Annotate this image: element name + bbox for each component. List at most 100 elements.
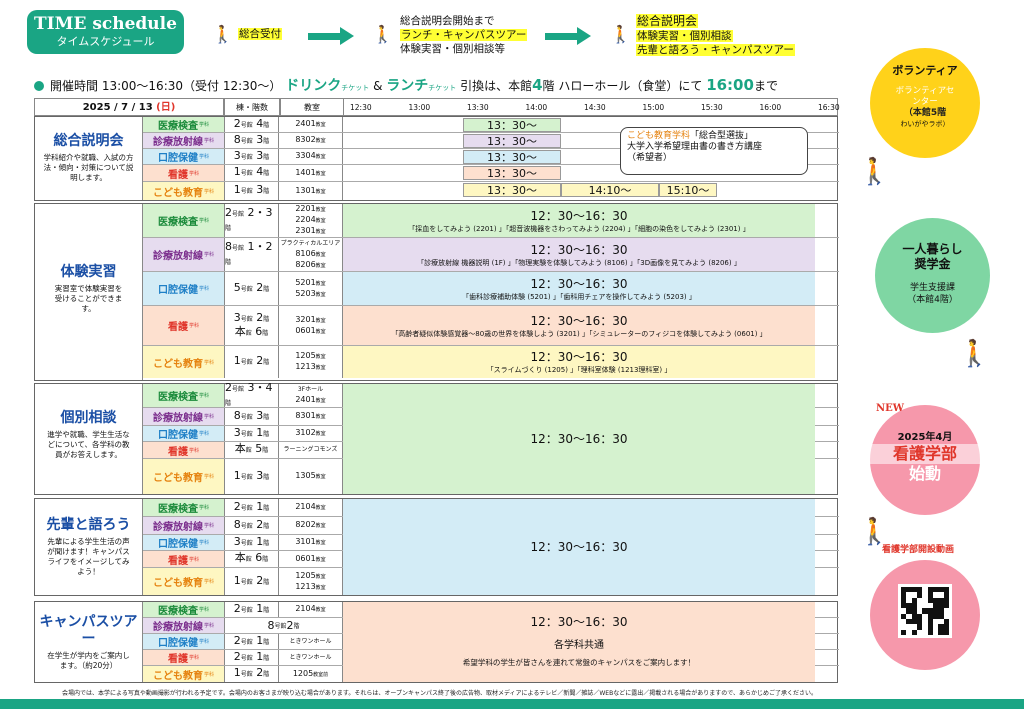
building-floor: 3号館 1階 xyxy=(225,426,279,441)
dept-nur: 看護 学科 xyxy=(143,306,225,345)
room: 3101教室 xyxy=(279,535,343,550)
category-hands-on: 体験実習 実習室で体験実習を受けることができます。 xyxy=(35,204,143,380)
building-floor: 3号館 2階 本館 6階 xyxy=(225,306,279,345)
dept-rad: 診療放射線 学科 xyxy=(143,517,225,534)
slot: 13：30〜 xyxy=(463,134,561,148)
category-talk-with-seniors: 先輩と語ろう 先輩による学生生活の声が聞けます！キャンパスライフをイメージしてみ… xyxy=(35,499,143,595)
building-floor: 8号館 3階 xyxy=(225,133,279,148)
time-tick: 15:30 xyxy=(701,103,723,112)
room: ときワンホール xyxy=(279,634,343,649)
dept-rad: 診療放射線 学科 xyxy=(143,133,225,148)
room: 2201教室 2204教室 2301教室 xyxy=(279,204,343,237)
building-floor: 5号館 2階 xyxy=(225,272,279,305)
building-floor: 1号館 2階 xyxy=(225,568,279,595)
time-header: 12:30 13:00 13:30 14:00 14:30 15:00 15:30 16:00… xyxy=(344,98,840,116)
room: 8202教室 xyxy=(279,517,343,534)
room: 3Fホール 2401教室 xyxy=(279,384,343,407)
title-jp: タイムスケジュール xyxy=(56,35,155,48)
footer-note: 会場内では、本学による写真や動画撮影が行われる予定です。会場内のお客さまが映り込… xyxy=(62,690,817,697)
volunteer-bubble: ボランティア ボランティアセンター （本館5階 わいがやラボ） xyxy=(870,48,980,158)
bullet-icon xyxy=(34,81,44,91)
person-icon: 🚶 xyxy=(858,157,891,187)
block-consultation: 個別相談 進学や就職、学生生活などについて、各学科の教員がお答えします。 医療検… xyxy=(34,381,839,495)
time-tick: 12:30 xyxy=(350,103,372,112)
slot: 13：30〜 xyxy=(463,183,561,197)
building-floor: 1号館 3階 xyxy=(225,459,279,494)
building-floor: 1号館 2階 xyxy=(225,346,279,378)
room: ときワンホール xyxy=(279,650,343,665)
title-badge: TIME schedule タイムスケジュール xyxy=(27,10,184,54)
activity-cell: 12：30〜16：30 「採血をしてみよう (2201) 」「超音波機器をさわって… xyxy=(343,204,815,237)
dept-nur: 看護 学科 xyxy=(143,165,225,181)
qr-code-icon[interactable] xyxy=(898,584,952,638)
block-talk-with-seniors: 先輩と語ろう 先輩による学生生活の声が聞けます！キャンパスライフをイメージしてみ… xyxy=(34,498,839,596)
time-tick: 13:00 xyxy=(408,103,431,112)
building-floor: 1号館 3階 xyxy=(225,182,279,200)
living-alone-bubble: 一人暮らし 奨学金 学生支援課 （本館4階） xyxy=(875,218,990,333)
building-floor: 2号館 3・4階 xyxy=(225,381,279,407)
opening-hours: 開催時間 13:00〜16:30（受付 12:30〜） ドリンクチケット & ラ… xyxy=(34,75,778,95)
room: 1205教室前 xyxy=(279,666,343,682)
room-header: 教室 xyxy=(280,98,344,116)
dept-kid: こども教育 学科 xyxy=(143,182,225,200)
dept-med: 医療検査 学科 xyxy=(143,499,225,516)
building-floor: 1号館 2階 xyxy=(225,666,279,682)
room: 3304教室 xyxy=(279,149,343,164)
schedule-grid: 2025 / 7 / 13 (日) 棟・階数 教室 12:30 13:00 13:3… xyxy=(34,98,840,683)
dept-med: 医療検査 学科 xyxy=(143,602,225,617)
building-header: 棟・階数 xyxy=(224,98,280,116)
campus-tour-time: 12：30〜16：30 各学科共通 希望学科の学生が皆さんを連れて常盤のキャンパ… xyxy=(343,602,815,682)
time-tick: 15:00 xyxy=(642,103,665,112)
qr-bubble xyxy=(870,560,980,670)
building-floor: 2号館 2・3階 xyxy=(225,204,279,237)
dept-nur: 看護 学科 xyxy=(143,442,225,458)
room: 1205教室 1213教室 xyxy=(279,346,343,378)
dept-med: 医療検査 学科 xyxy=(143,384,225,407)
dept-kid: こども教育 学科 xyxy=(143,346,225,378)
slot: 15:10〜 xyxy=(659,183,717,197)
dept-ora: 口腔保健 学科 xyxy=(143,634,225,649)
dept-row: 医療検査 学科 2号館 2・3階 2201教室 2204教室 2301教室 12：30〜16… xyxy=(143,204,839,238)
dept-nur: 看護 学科 xyxy=(143,650,225,665)
room: 8302教室 xyxy=(279,133,343,148)
arrow-right-icon xyxy=(308,27,356,45)
slot: 13：30〜 xyxy=(463,118,561,132)
kids-education-callout: こども教育学科「総合型選抜」 大学入学希望理由書の書き方講座 （希望者） xyxy=(620,127,808,175)
building-floor: 8号館 1・2階 xyxy=(225,238,279,271)
consultation-time: 12：30〜16：30 xyxy=(343,384,815,494)
activity-cell: 12：30〜16：30 「高齢者疑似体験感覚器〜80歳の世界を体験しよう (320… xyxy=(343,306,815,345)
category-consultation: 個別相談 進学や就職、学生生活などについて、各学科の教員がお答えします。 xyxy=(35,384,143,494)
dept-ora: 口腔保健 学科 xyxy=(143,535,225,550)
dept-kid: こども教育 学科 xyxy=(143,568,225,595)
slot: 13：30〜 xyxy=(463,150,561,164)
building-floor: 2号館 1階 xyxy=(225,650,279,665)
room: 3102教室 xyxy=(279,426,343,441)
dept-kid: こども教育 学科 xyxy=(143,666,225,682)
time-tick: 14:00 xyxy=(525,103,548,112)
category-campus-tour: キャンパスツアー 在学生が学内をご案内します。（約20分） xyxy=(35,602,143,682)
activity-cell: 12：30〜16：30 「スライムづくり (1205) 」「理科室体験 (1213… xyxy=(343,346,815,378)
dept-med: 医療検査 学科 xyxy=(143,204,225,237)
building-floor: 8号館 3階 xyxy=(225,408,279,425)
block-campus-tour: キャンパスツアー 在学生が学内をご案内します。（約20分） 医療検査 学科 2号館 … xyxy=(34,601,839,683)
building-floor: 2号館 1階 xyxy=(225,602,279,617)
building-floor: 1号館 4階 xyxy=(225,165,279,181)
building-floor: 本館 5階 xyxy=(225,442,279,458)
building-floor: 8号館 2階 xyxy=(225,618,343,633)
room: 5201教室 5203教室 xyxy=(279,272,343,305)
time-tick: 16:00 xyxy=(759,103,782,112)
building-floor: 8号館 2階 xyxy=(225,517,279,534)
building-floor: 3号館 3階 xyxy=(225,149,279,164)
flow-step-3: 総合説明会 体験実習・個別相談 先輩と語ろう・キャンパスツアー xyxy=(636,14,795,56)
room: 1305教室 xyxy=(279,459,343,494)
dept-row: 看護 学科 3号館 2階 本館 6階 3201教室 0601教室 12：30〜16：30 「高… xyxy=(143,306,839,346)
room: プラクティカルエリア 8106教室 8206教室 xyxy=(279,238,343,271)
slot: 13：30〜 xyxy=(463,166,561,180)
nursing-video-label: 看護学部開設動画 xyxy=(882,545,955,555)
room: 1301教室 xyxy=(279,182,343,200)
building-floor: 3号館 1階 xyxy=(225,535,279,550)
person-icon: 🚶 xyxy=(372,25,394,45)
dept-rad: 診療放射線 学科 xyxy=(143,238,225,271)
building-floor: 2号館 4階 xyxy=(225,117,279,132)
room: 1205教室 1213教室 xyxy=(279,568,343,595)
